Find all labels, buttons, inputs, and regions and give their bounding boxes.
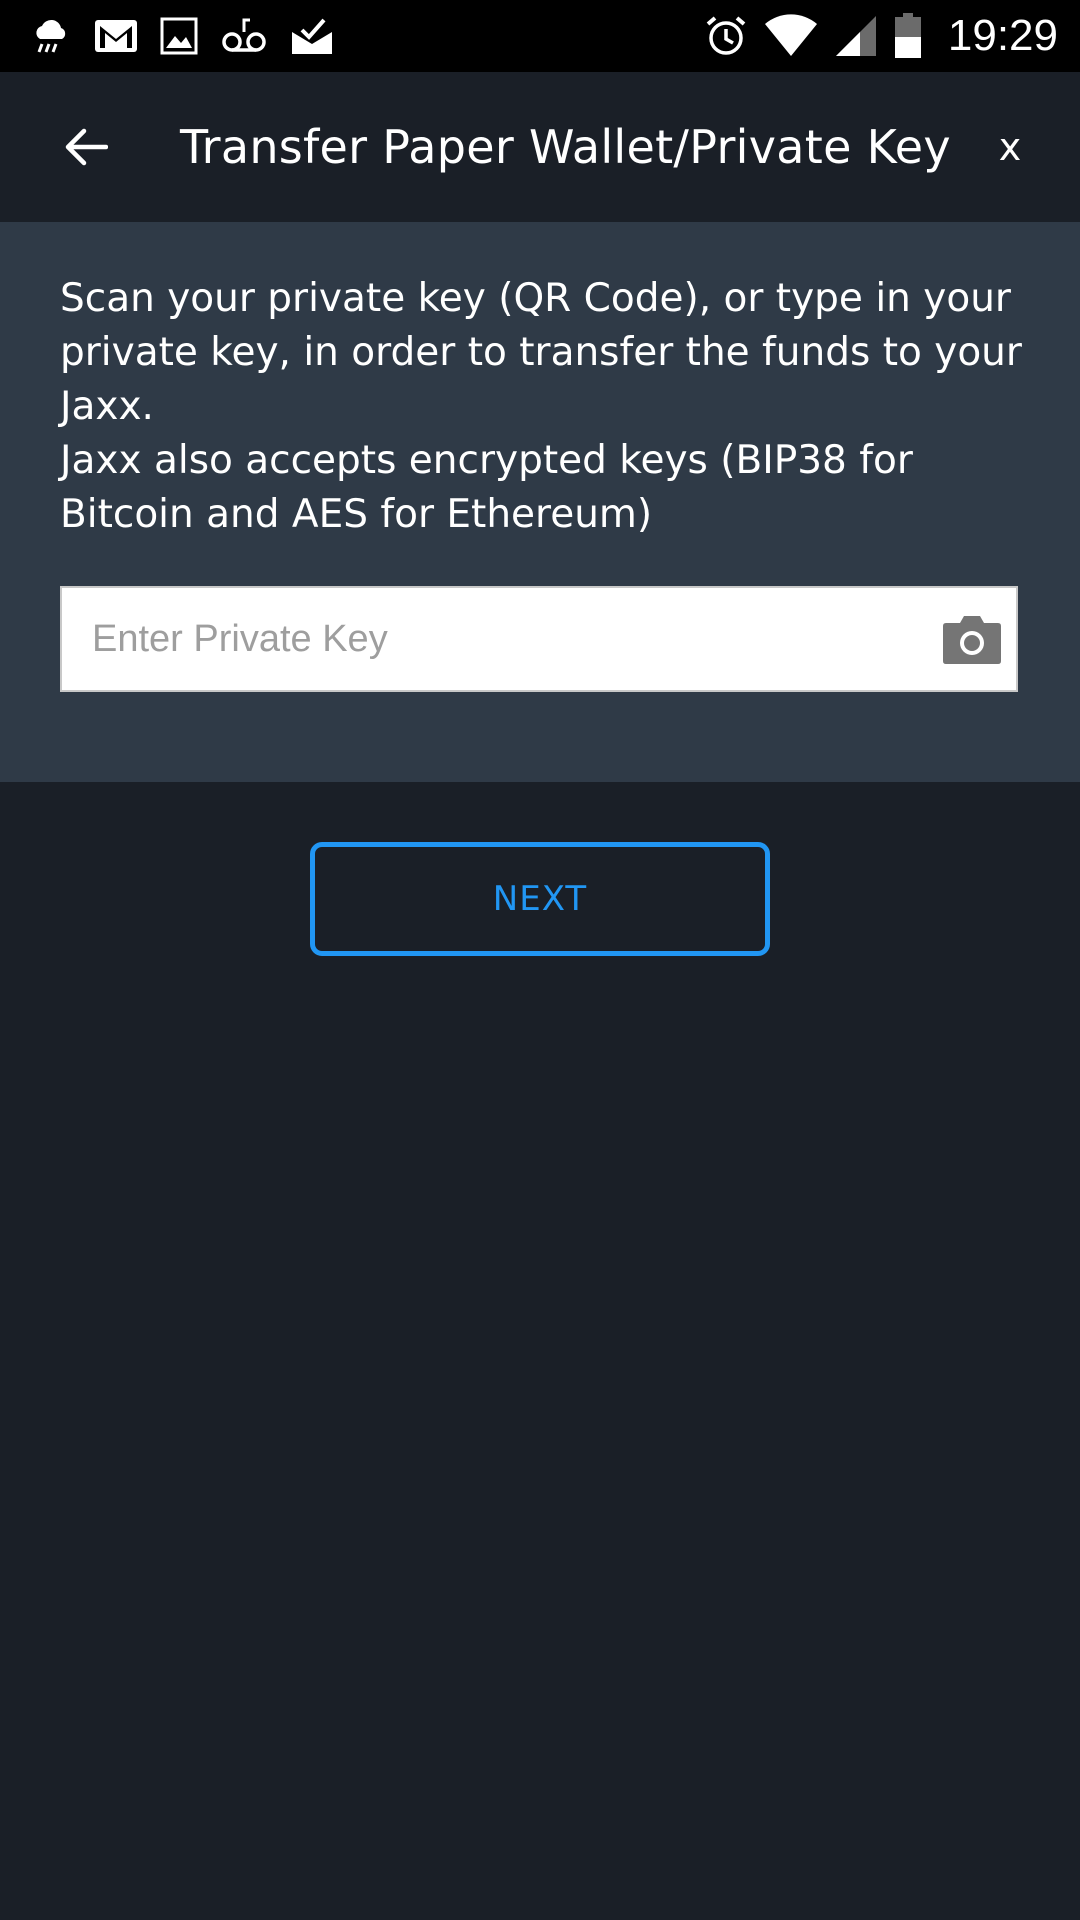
instructions-paragraph-2: Jaxx also accepts encrypted keys (BIP38 …	[60, 438, 913, 537]
scan-qr-button[interactable]	[942, 613, 1002, 665]
status-time: 19:29	[947, 11, 1058, 60]
next-button[interactable]: NEXT	[310, 842, 770, 956]
camera-icon	[943, 616, 1001, 664]
page-title: Transfer Paper Wallet/Private Key	[180, 120, 951, 174]
private-key-input[interactable]	[62, 588, 922, 690]
instructions-text: Scan your private key (QR Code), or type…	[60, 272, 1030, 542]
voicemail-icon	[222, 18, 266, 52]
arrow-left-icon	[65, 128, 108, 166]
battery-icon	[894, 13, 921, 58]
status-bar: 19:29	[0, 0, 1080, 72]
system-icons: 19:29	[704, 0, 1058, 72]
mail-check-icon	[292, 18, 332, 54]
gmail-icon	[95, 20, 137, 52]
close-button[interactable]: x	[980, 117, 1040, 177]
back-button[interactable]	[56, 117, 116, 177]
rain-cloud-icon	[36, 19, 66, 53]
wifi-icon	[764, 14, 817, 57]
image-icon	[160, 17, 198, 55]
notification-icons	[30, 12, 334, 60]
alarm-icon	[706, 16, 746, 55]
private-key-field	[60, 586, 1018, 692]
instructions-paragraph-1: Scan your private key (QR Code), or type…	[60, 276, 1022, 429]
private-key-panel: Scan your private key (QR Code), or type…	[0, 222, 1080, 782]
app-header: Transfer Paper Wallet/Private Key x	[0, 72, 1080, 222]
cell-signal-icon	[835, 16, 876, 56]
